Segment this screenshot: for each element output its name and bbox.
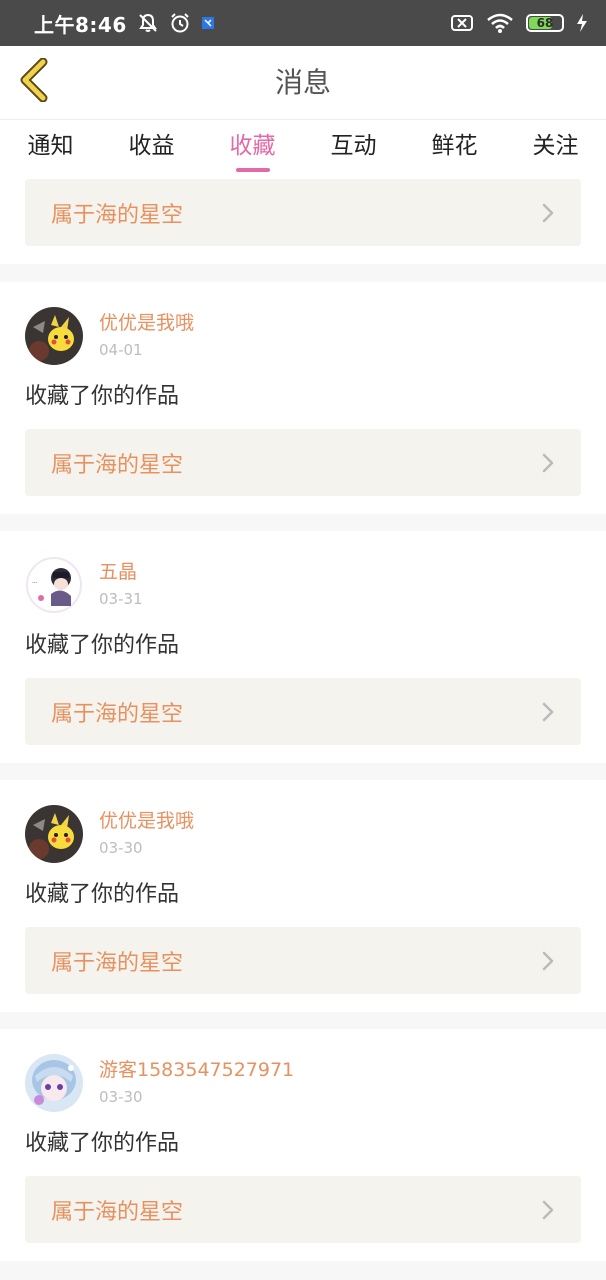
message-card: 属于海的星空 <box>0 176 606 264</box>
date: 03-31 <box>99 590 143 608</box>
work-title: 属于海的星空 <box>51 1199 184 1225</box>
notifications-off-icon <box>137 12 159 34</box>
anime-girl-avatar[interactable] <box>25 1054 83 1112</box>
pikachu-avatar[interactable] <box>25 307 83 365</box>
tab-bar: 通知 收益 收藏 互动 鲜花 关注 <box>0 120 606 176</box>
tab-flowers[interactable]: 鲜花 <box>404 120 505 176</box>
work-title: 属于海的星空 <box>51 202 184 228</box>
work-title: 属于海的星空 <box>51 701 184 727</box>
message-card: 优优是我哦 03-30 收藏了你的作品 属于海的星空 <box>0 780 606 1012</box>
charging-icon <box>576 13 588 33</box>
message-text: 收藏了你的作品 <box>25 882 180 907</box>
work-title: 属于海的星空 <box>51 950 184 976</box>
message-card: 优优是我哦 04-01 收藏了你的作品 属于海的星空 <box>0 282 606 514</box>
sim-off-icon <box>450 13 474 33</box>
tab-notifications[interactable]: 通知 <box>0 120 101 176</box>
message-text: 收藏了你的作品 <box>25 633 180 658</box>
user-row: 游客1583547527971 03-30 <box>25 1053 581 1113</box>
message-text: 收藏了你的作品 <box>25 1131 180 1156</box>
battery-level: 68 <box>536 16 554 30</box>
chevron-right-icon <box>541 1199 555 1221</box>
message-list[interactable]: 属于海的星空 优优是我哦 04-01 收藏了你的作品 属于海的星空 ··· 五晶… <box>0 176 606 1280</box>
chevron-right-icon <box>541 202 555 224</box>
username[interactable]: 优优是我哦 <box>99 310 194 336</box>
username[interactable]: 五晶 <box>99 559 143 585</box>
header: 消息 <box>0 46 606 120</box>
user-row: 优优是我哦 03-30 <box>25 804 581 864</box>
active-tab-indicator <box>235 168 270 172</box>
status-time: 上午8:46 <box>34 12 127 37</box>
user-row: ··· 五晶 03-31 <box>25 555 581 615</box>
wifi-icon <box>486 12 514 34</box>
work-title: 属于海的星空 <box>51 452 184 478</box>
status-bar: 上午8:46 68 <box>0 0 606 46</box>
user-row: 优优是我哦 04-01 <box>25 306 581 366</box>
date: 04-01 <box>99 341 143 359</box>
battery-icon: 68 <box>526 14 564 32</box>
chevron-right-icon <box>541 950 555 972</box>
work-link[interactable]: 属于海的星空 <box>25 927 581 994</box>
username[interactable]: 游客1583547527971 <box>99 1057 294 1083</box>
pikachu-avatar[interactable] <box>25 805 83 863</box>
work-link[interactable]: 属于海的星空 <box>25 179 581 246</box>
tab-favorites[interactable]: 收藏 <box>202 120 303 176</box>
tab-interactions[interactable]: 互动 <box>303 120 404 176</box>
work-link[interactable]: 属于海的星空 <box>25 429 581 496</box>
message-card: ··· 五晶 03-31 收藏了你的作品 属于海的星空 <box>0 531 606 763</box>
tab-earnings[interactable]: 收益 <box>101 120 202 176</box>
app-notification-icon <box>201 16 215 30</box>
date: 03-30 <box>99 839 143 857</box>
chevron-right-icon <box>541 701 555 723</box>
date: 03-30 <box>99 1088 143 1106</box>
message-card: 游客1583547527971 03-30 收藏了你的作品 属于海的星空 <box>0 1029 606 1261</box>
tab-follows[interactable]: 关注 <box>505 120 606 176</box>
alarm-icon <box>169 12 191 34</box>
svg-text:···: ··· <box>32 580 38 587</box>
anime-character-avatar[interactable]: ··· <box>25 556 83 614</box>
message-text: 收藏了你的作品 <box>25 384 180 409</box>
chevron-right-icon <box>541 452 555 474</box>
page-title: 消息 <box>274 66 331 99</box>
work-link[interactable]: 属于海的星空 <box>25 678 581 745</box>
work-link[interactable]: 属于海的星空 <box>25 1176 581 1243</box>
username[interactable]: 优优是我哦 <box>99 808 194 834</box>
